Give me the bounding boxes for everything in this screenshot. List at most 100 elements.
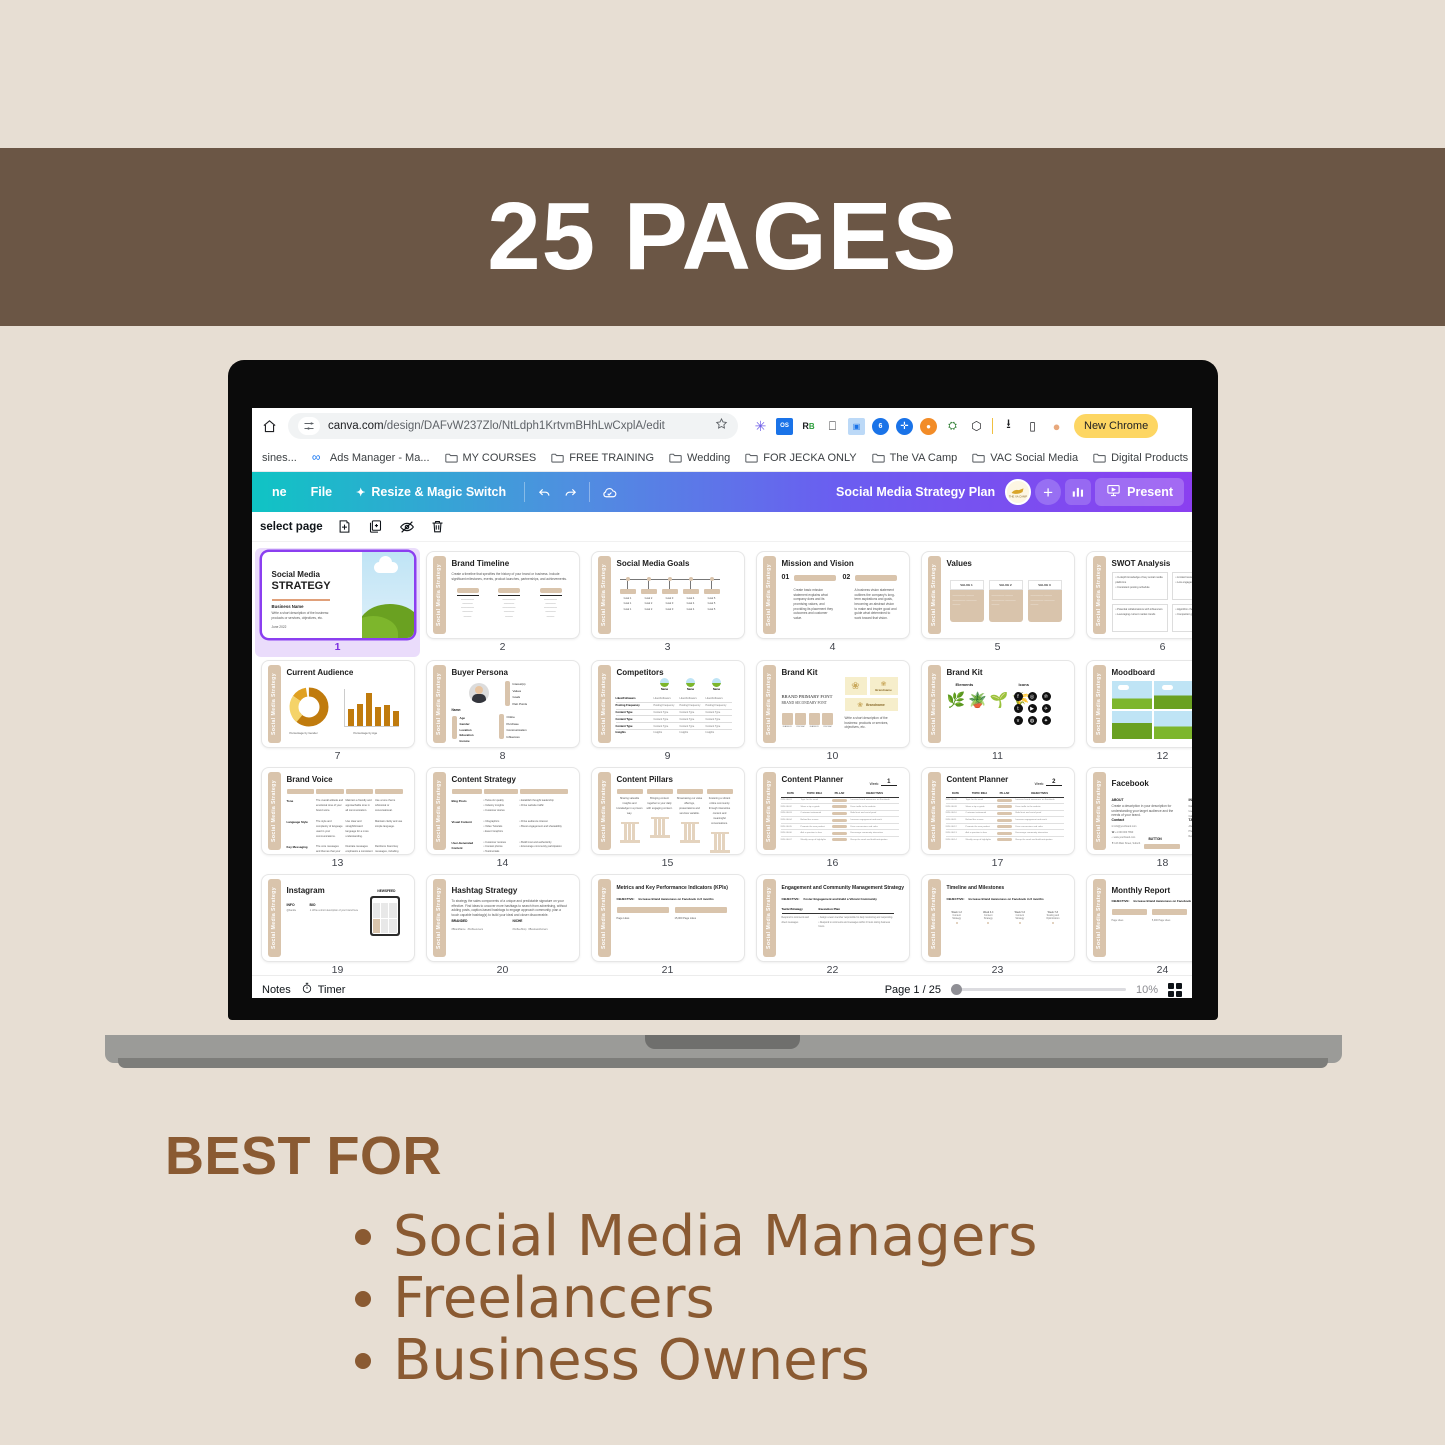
slide-preview[interactable]: Social Media Strategy Instagram INFO @ha… [261,875,414,961]
slide-preview[interactable]: Social Media Strategy Values VALUE 1 ————… [921,552,1074,638]
page-thumbnail-15[interactable]: Social Media Strategy Content Pillars Sh… [585,764,750,871]
page-thumbnail-2[interactable]: Social Media Strategy Brand Timeline Cre… [420,548,585,657]
slide-side-label: Social Media Strategy [267,772,281,850]
page-thumbnail-4[interactable]: Social Media Strategy Mission and Vision… [750,548,915,657]
status-bar: Notes Timer Page 1 / 25 10% [252,975,1192,998]
page-thumbnail-13[interactable]: Social Media Strategy Brand Voice Tone Th… [255,764,420,871]
new-chrome-button[interactable]: New Chrome [1074,414,1159,438]
slide-preview[interactable]: Social Media Strategy Content Strategy B… [426,768,579,854]
download-icon[interactable]: ⭳ [1000,416,1017,435]
bookmark-item-wedding[interactable]: Wedding [663,449,736,467]
address-bar-url[interactable]: canva.com/design/DAFvW237Zlo/NtLdph1Krtv… [328,420,665,432]
image-extension-icon[interactable]: ▣ [848,417,865,435]
page-thumbnail-24[interactable]: Social Media Strategy Monthly Report OBJ… [1080,871,1192,975]
add-page-icon[interactable] [336,518,354,536]
slide-preview[interactable]: Social Media Strategy Monthly Report OBJ… [1086,875,1192,961]
slide-preview[interactable]: Social Media Strategy Metrics and Key Pe… [591,875,744,961]
avatar[interactable]: THE VA CAMP [1005,479,1032,505]
page-thumbnail-8[interactable]: Social Media Strategy Buyer Persona Name… [420,657,585,764]
star-icon[interactable] [715,417,728,435]
page-thumbnail-9[interactable]: Social Media Strategy Competitors Name N… [585,657,750,764]
slide-preview[interactable]: Social Media Strategy Current Audience P… [261,661,414,747]
page-thumbnail-14[interactable]: Social Media Strategy Content Strategy B… [420,764,585,871]
slide-preview[interactable]: Social Media Strategy Brand Kit Elements… [921,661,1074,747]
page-thumbnail-20[interactable]: Social Media Strategy Hashtag Strategy T… [420,871,585,975]
slide-preview[interactable]: Social Media Strategy Engagement and Com… [756,875,909,961]
page-thumbnail-16[interactable]: Social Media Strategy Content Planner We… [750,764,915,871]
hide-page-icon[interactable] [398,518,416,536]
slide-preview[interactable]: Social Media Strategy Brand Timeline Cre… [426,552,579,638]
insights-bar-chart-icon[interactable] [1065,479,1092,505]
page-thumbnail-6[interactable]: Social Media Strategy SWOT Analysis • In… [1080,548,1192,657]
slide-preview[interactable]: Social Media Strategy Buyer Persona Name… [426,661,579,747]
bookmark-item-ads-manager[interactable]: ∞ Ads Manager - Ma... [306,449,436,467]
present-button[interactable]: Present [1095,478,1184,506]
page-thumbnail-11[interactable]: Social Media Strategy Brand Kit Elements… [915,657,1080,764]
slide-preview[interactable]: Social Media Strategy Content Planner We… [756,768,909,854]
document-title[interactable]: Social Media Strategy Plan [836,485,995,499]
home-menu-item[interactable]: ne [260,479,299,505]
snowflake-extension-icon[interactable]: ✳ [752,418,769,435]
slide-preview[interactable]: Social Media Strategy Mission and Vision… [756,552,909,638]
page-thumbnail-7[interactable]: Social Media Strategy Current Audience P… [255,657,420,764]
bookmark-item-vac-social-media[interactable]: VAC Social Media [966,449,1084,467]
page-thumbnail-10[interactable]: Social Media Strategy Brand Kit BRAND PR… [750,657,915,764]
slide-preview[interactable]: Social Media Strategy Moodboard [1086,661,1192,747]
add-collaborator-button[interactable]: + [1035,479,1062,505]
slide-preview[interactable]: Social Media Strategy Facebook ABOUT Cre… [1086,768,1192,854]
tune-icon[interactable] [298,417,320,435]
bookmark-item-my-courses[interactable]: MY COURSES [439,449,543,467]
slide-preview[interactable]: Social Media Strategy SWOT Analysis • In… [1086,552,1192,638]
bookmark-item-free-training[interactable]: FREE TRAINING [545,449,660,467]
select-page-label[interactable]: select page [260,521,323,533]
os-extension-icon[interactable]: OS [776,417,793,435]
frog-extension-icon[interactable]: ⛭ [944,418,961,435]
page-thumbnail-21[interactable]: Social Media Strategy Metrics and Key Pe… [585,871,750,975]
grid-view-icon[interactable] [1168,982,1182,997]
bookmark-item-digital-products[interactable]: Digital Products [1087,449,1192,467]
bookmark-item[interactable]: sines... [256,449,303,467]
slide-preview[interactable]: Social Media Strategy Content Planner We… [921,768,1074,854]
gear-extension-icon[interactable]: ✛ [896,417,913,435]
redo-icon[interactable] [557,479,583,505]
page-thumbnail-1[interactable]: Social Media STRATEGY Business Name Write… [255,548,420,657]
slide-preview[interactable]: Social Media Strategy Content Pillars Sh… [591,768,744,854]
bookmark-item-the-va-camp[interactable]: The VA Camp [866,449,964,467]
page-thumbnail-5[interactable]: Social Media Strategy Values VALUE 1 ————… [915,548,1080,657]
puzzle-extension-icon[interactable]: ⬡ [968,418,985,435]
page-thumbnail-17[interactable]: Social Media Strategy Content Planner We… [915,764,1080,871]
zoom-slider-knob[interactable] [950,984,962,995]
slide-preview[interactable]: Social Media Strategy Social Media Goals… [591,552,744,638]
slide-preview[interactable]: Social Media Strategy Brand Voice Tone Th… [261,768,414,854]
delete-page-icon[interactable] [429,518,447,536]
slide-preview[interactable]: Social Media STRATEGY Business Name Write… [261,552,414,638]
home-icon[interactable] [258,415,280,437]
orange-extension-icon[interactable]: ● [920,417,937,435]
page-thumbnail-19[interactable]: Social Media Strategy Instagram INFO @ha… [255,871,420,975]
rb-extension-icon[interactable]: RB [800,418,817,435]
timer-button[interactable]: Timer [301,981,345,999]
undo-icon[interactable] [531,479,557,505]
profile-avatar-icon[interactable]: ● [1048,418,1065,435]
slide-preview[interactable]: Social Media Strategy Brand Kit BRAND PR… [756,661,909,747]
robot-extension-icon[interactable]: ⎕ [824,418,841,435]
notes-button[interactable]: Notes [262,984,291,996]
slide-preview[interactable]: Social Media Strategy Timeline and Miles… [921,875,1074,961]
slide-preview[interactable]: Social Media Strategy Competitors Name N… [591,661,744,747]
blue-circle-extension-icon[interactable]: 6 [872,417,889,435]
file-menu-item[interactable]: File [299,479,345,505]
duplicate-page-icon[interactable] [367,518,385,536]
page-thumbnail-12[interactable]: Social Media Strategy Moodboard 12 [1080,657,1192,764]
page-thumbnail-3[interactable]: Social Media Strategy Social Media Goals… [585,548,750,657]
address-bar[interactable]: canva.com/design/DAFvW237Zlo/NtLdph1Krtv… [288,413,738,439]
zoom-slider[interactable] [950,984,1126,995]
bookmark-item-for-jecka-only[interactable]: FOR JECKA ONLY [739,449,862,467]
resize-magic-switch-button[interactable]: ✦ Resize & Magic Switch [344,479,518,505]
pages-grid[interactable]: Social Media STRATEGY Business Name Write… [252,542,1192,975]
page-thumbnail-23[interactable]: Social Media Strategy Timeline and Miles… [915,871,1080,975]
page-thumbnail-18[interactable]: Social Media Strategy Facebook ABOUT Cre… [1080,764,1192,871]
page-thumbnail-22[interactable]: Social Media Strategy Engagement and Com… [750,871,915,975]
slide-preview[interactable]: Social Media Strategy Hashtag Strategy T… [426,875,579,961]
cloud-saved-icon[interactable] [596,479,622,505]
side-panel-icon[interactable]: ▯ [1024,418,1041,435]
